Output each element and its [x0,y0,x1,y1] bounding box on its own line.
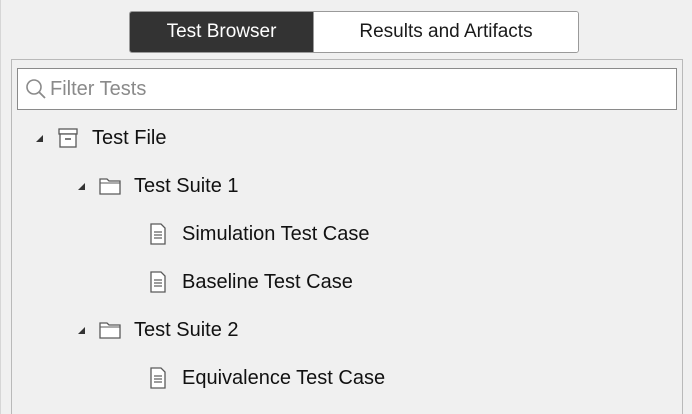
document-icon [146,366,170,390]
tab-test-browser[interactable]: Test Browser [130,12,314,52]
collapse-triangle-icon[interactable] [74,179,88,193]
folder-icon [98,174,122,198]
document-icon [146,222,170,246]
tab-strip: Test Browser Results and Artifacts [129,11,579,53]
filter-box [17,68,677,110]
test-file-icon [56,126,80,150]
document-icon [146,270,170,294]
collapse-triangle-icon[interactable] [32,131,46,145]
tab-results-and-artifacts[interactable]: Results and Artifacts [314,12,578,52]
folder-icon [98,318,122,342]
tree-item-test-suite-2[interactable]: Test Suite 2 [74,310,239,350]
tree-item-label: Simulation Test Case [182,222,370,245]
tree-item-label: Test Suite 1 [134,174,239,197]
tree-item-simulation-test-case[interactable]: Simulation Test Case [146,214,370,254]
tree-item-test-file[interactable]: Test File [32,118,166,158]
tree-item-label: Equivalence Test Case [182,366,386,389]
test-tree-panel: Test File Test Suite 1 [11,59,683,414]
tree-item-equivalence-test-case[interactable]: Equivalence Test Case [146,358,385,398]
tree-item-baseline-test-case[interactable]: Baseline Test Case [146,262,353,302]
collapse-triangle-icon[interactable] [74,323,88,337]
test-manager-panel: Test Browser Results and Artifacts Filte… [0,0,692,414]
filter-tests-input[interactable] [48,69,658,109]
search-icon [18,69,48,109]
tree-item-label: Test File [92,126,167,149]
tree-item-label: Test Suite 2 [134,318,239,341]
tree-item-test-suite-1[interactable]: Test Suite 1 [74,166,239,206]
tree-item-label: Baseline Test Case [182,270,353,293]
